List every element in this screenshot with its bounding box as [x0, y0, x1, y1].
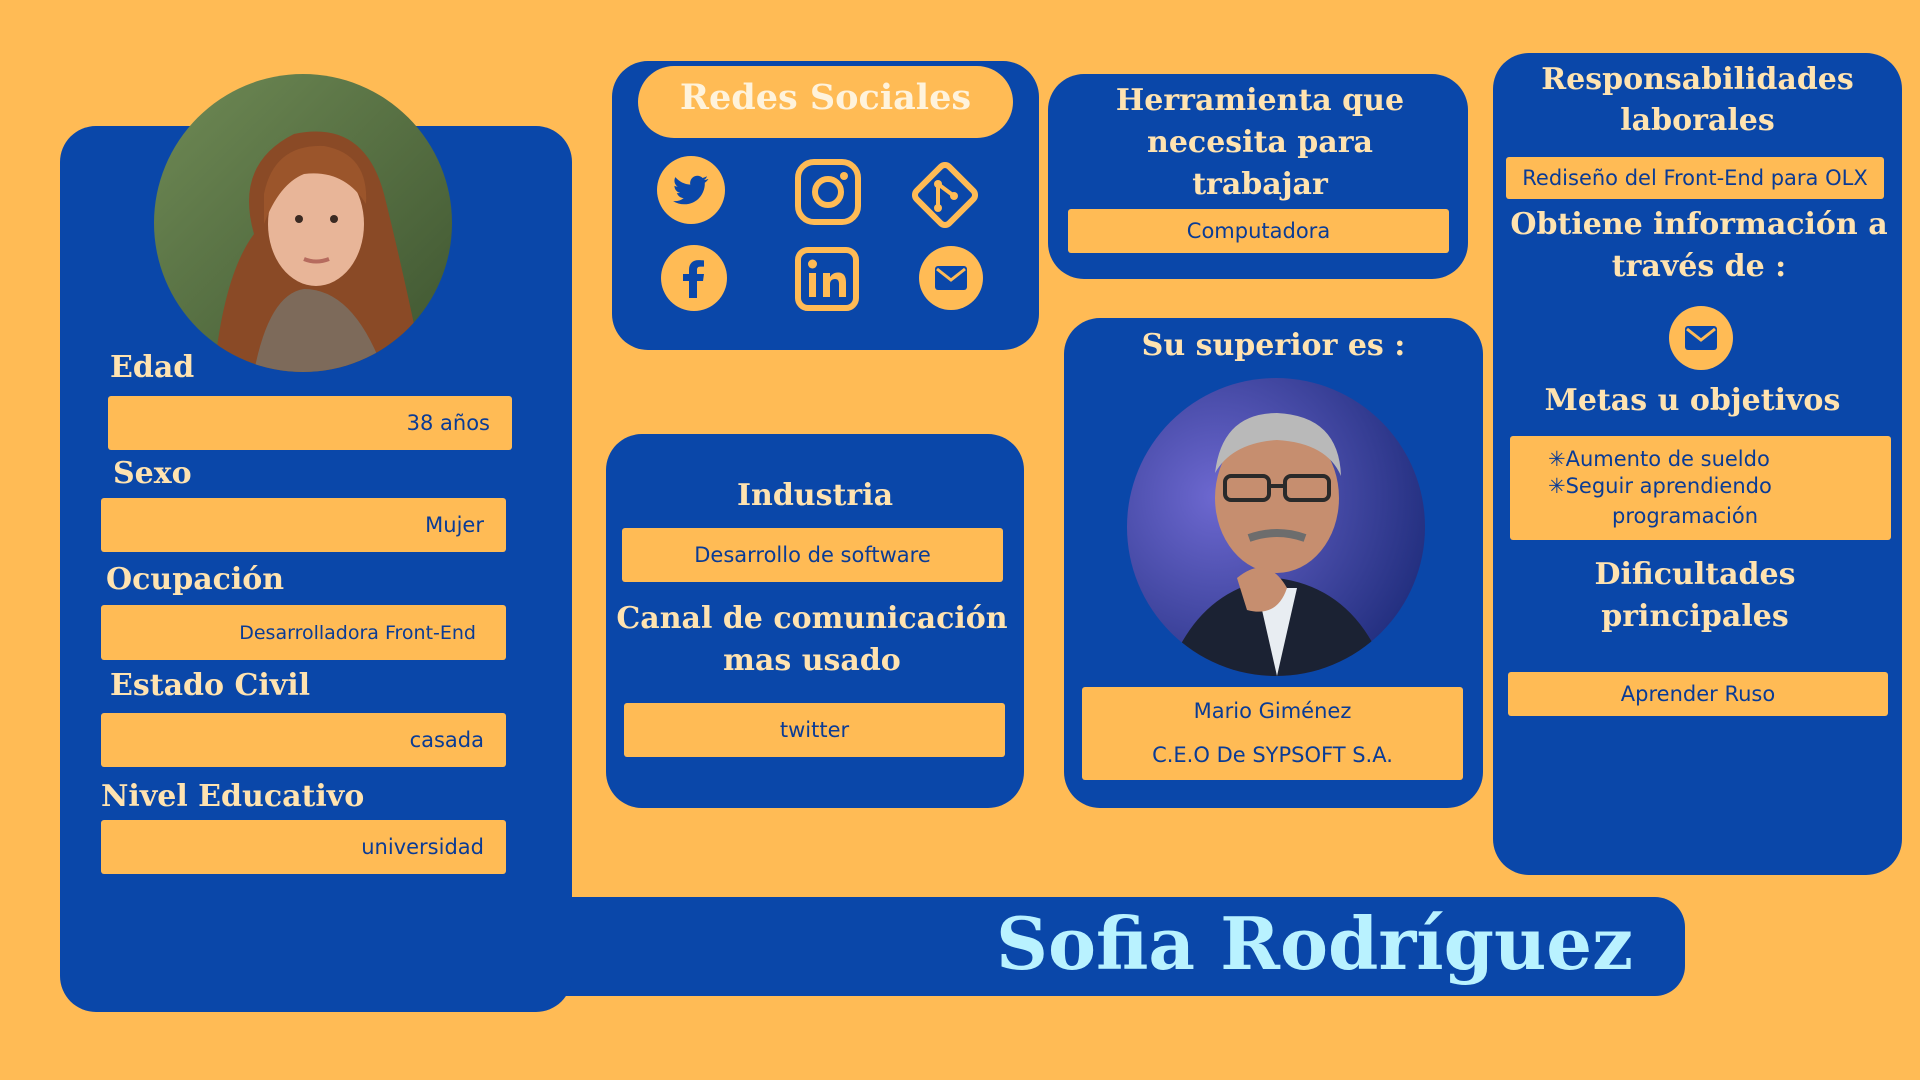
channel-field: twitter: [624, 703, 1005, 757]
facebook-icon[interactable]: [660, 244, 728, 312]
industry-field: Desarrollo de software: [622, 528, 1003, 582]
superior-title: Su superior es :: [1141, 328, 1406, 363]
name-banner: Sofia Rodríguez: [520, 897, 1685, 996]
channel-title: Canal de comunicación mas usado: [616, 601, 1008, 678]
social-title: Redes Sociales: [679, 77, 972, 118]
superior-name: Mario Giménez: [1193, 699, 1352, 724]
goal-item: ✳Aumento de sueldo: [1548, 447, 1770, 472]
superior-photo: [1127, 378, 1425, 676]
linkedin-icon[interactable]: [794, 246, 860, 312]
superior-info: Mario Giménez C.E.O De SYPSOFT S.A.: [1082, 687, 1463, 780]
goals-title: Metas u objetivos: [1544, 383, 1841, 418]
industry-title: Industria: [736, 478, 894, 513]
man-portrait-icon: [1127, 378, 1425, 676]
sex-field: Mujer: [101, 498, 506, 552]
education-label: Nivel Educativo: [101, 779, 365, 814]
occupation-field: Desarrolladora Front-End: [101, 605, 506, 660]
tool-field: Computadora: [1068, 209, 1449, 253]
goal-item: ✳Seguir aprendiendo: [1548, 474, 1772, 499]
civil-status-label: Estado Civil: [110, 668, 310, 703]
goal-item: programación: [1612, 503, 1759, 528]
age-label: Edad: [110, 350, 195, 385]
responsibilities-field: Rediseño del Front-End para OLX: [1506, 157, 1884, 199]
occupation-label: Ocupación: [106, 562, 285, 597]
education-field: universidad: [101, 820, 506, 874]
mail-icon[interactable]: [918, 245, 984, 311]
instagram-icon[interactable]: [794, 158, 862, 226]
git-icon[interactable]: [908, 158, 982, 232]
sex-label: Sexo: [113, 456, 192, 491]
goals-field: ✳Aumento de sueldo ✳Seguir aprendiendo p…: [1510, 436, 1891, 540]
difficulties-title: Dificultades principales: [1594, 557, 1796, 634]
profile-photo: [154, 74, 452, 372]
responsibilities-title: Responsabilidades laborales: [1541, 62, 1854, 138]
persona-name: Sofia Rodríguez: [996, 901, 1633, 986]
info-source-title: Obtiene información a través de :: [1510, 207, 1888, 284]
civil-status-field: casada: [101, 713, 506, 767]
woman-portrait-icon: [154, 74, 452, 372]
mail-icon[interactable]: [1668, 305, 1734, 371]
difficulty-field: Aprender Ruso: [1508, 672, 1888, 716]
twitter-icon[interactable]: [656, 155, 726, 225]
superior-role: C.E.O De SYPSOFT S.A.: [1152, 742, 1393, 767]
tool-title: Herramienta que necesita para trabajar: [1115, 83, 1405, 202]
age-field: 38 años: [108, 396, 512, 450]
